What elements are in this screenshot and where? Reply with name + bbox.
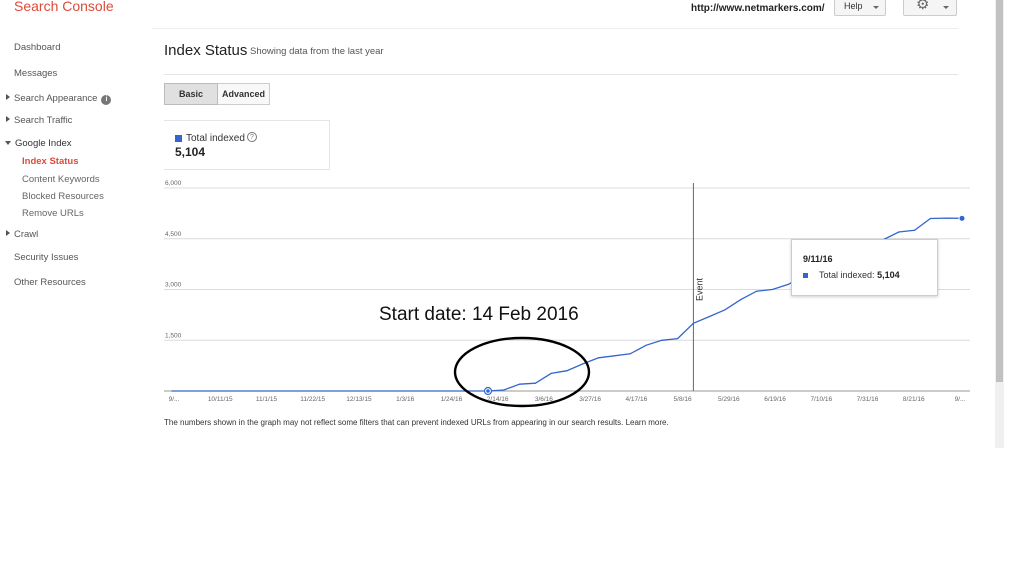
data-point xyxy=(534,382,537,384)
annotation-text: Start date: 14 Feb 2016 xyxy=(379,304,579,325)
data-point xyxy=(661,339,663,341)
data-point xyxy=(945,217,947,219)
x-tick-label: 1/24/16 xyxy=(441,396,463,403)
x-tick-label: 11/22/15 xyxy=(300,396,325,403)
data-point xyxy=(708,315,710,318)
data-point xyxy=(898,231,900,233)
tooltip-date: 9/11/16 xyxy=(803,254,833,264)
y-tick-label: 3,000 xyxy=(165,282,182,289)
x-tick-label: 8/21/16 xyxy=(903,396,925,403)
footnote: The numbers shown in the graph may not r… xyxy=(164,418,669,427)
x-tick-label: 9/... xyxy=(955,396,966,403)
event-label: Event xyxy=(694,277,704,301)
x-tick-label: 4/17/16 xyxy=(626,396,648,403)
data-point xyxy=(929,217,932,220)
tooltip-label: Total indexed: xyxy=(819,270,875,280)
data-point xyxy=(645,344,647,346)
data-point xyxy=(582,363,584,365)
y-tick-label: 1,500 xyxy=(165,332,182,339)
data-point xyxy=(598,357,600,359)
x-tick-label: 1/3/16 xyxy=(396,396,414,403)
data-point xyxy=(724,309,726,311)
x-tick-label: 5/8/16 xyxy=(674,396,692,403)
x-tick-label: 12/13/15 xyxy=(346,396,372,403)
data-point xyxy=(613,355,616,357)
data-point xyxy=(566,370,568,372)
tooltip-swatch xyxy=(803,273,808,278)
data-point xyxy=(771,288,774,291)
data-point xyxy=(914,229,916,231)
data-point xyxy=(550,372,552,375)
data-point xyxy=(677,337,679,340)
index-status-chart[interactable]: 1,500 3,000 4,500 6,000 9/... 10/11/15 11/1/15… xyxy=(0,0,1024,420)
last-data-point xyxy=(958,214,966,222)
start-date-point-center xyxy=(486,389,490,393)
data-point xyxy=(503,389,505,391)
x-tick-label: 5/29/16 xyxy=(718,396,740,403)
data-point xyxy=(787,283,789,286)
x-tick-label: 3/27/16 xyxy=(579,396,601,403)
scrollbar-thumb[interactable] xyxy=(996,0,1003,382)
x-tick-label: 11/1/15 xyxy=(256,396,278,403)
footnote-continued xyxy=(164,444,864,449)
tooltip-value: 5,104 xyxy=(877,270,900,280)
chart-tooltip: 9/11/16 Total indexed: 5,104 xyxy=(791,239,938,296)
annotation-circle xyxy=(453,336,591,408)
data-point xyxy=(692,322,695,324)
x-tick-label: 7/10/16 xyxy=(810,396,832,403)
data-point xyxy=(171,390,173,392)
data-point xyxy=(629,353,631,355)
y-tick-label: 4,500 xyxy=(165,231,182,238)
tooltip-row: Total indexed: 5,104 xyxy=(819,270,900,280)
x-tick-label: 7/31/16 xyxy=(857,396,879,403)
x-tick-label: 10/11/15 xyxy=(208,396,233,403)
data-point xyxy=(756,290,758,292)
x-tick-label: 9/... xyxy=(169,396,180,403)
y-tick-label: 6,000 xyxy=(165,180,182,187)
data-point xyxy=(740,299,742,301)
data-point xyxy=(519,383,521,385)
x-tick-label: 6/19/16 xyxy=(764,396,786,403)
